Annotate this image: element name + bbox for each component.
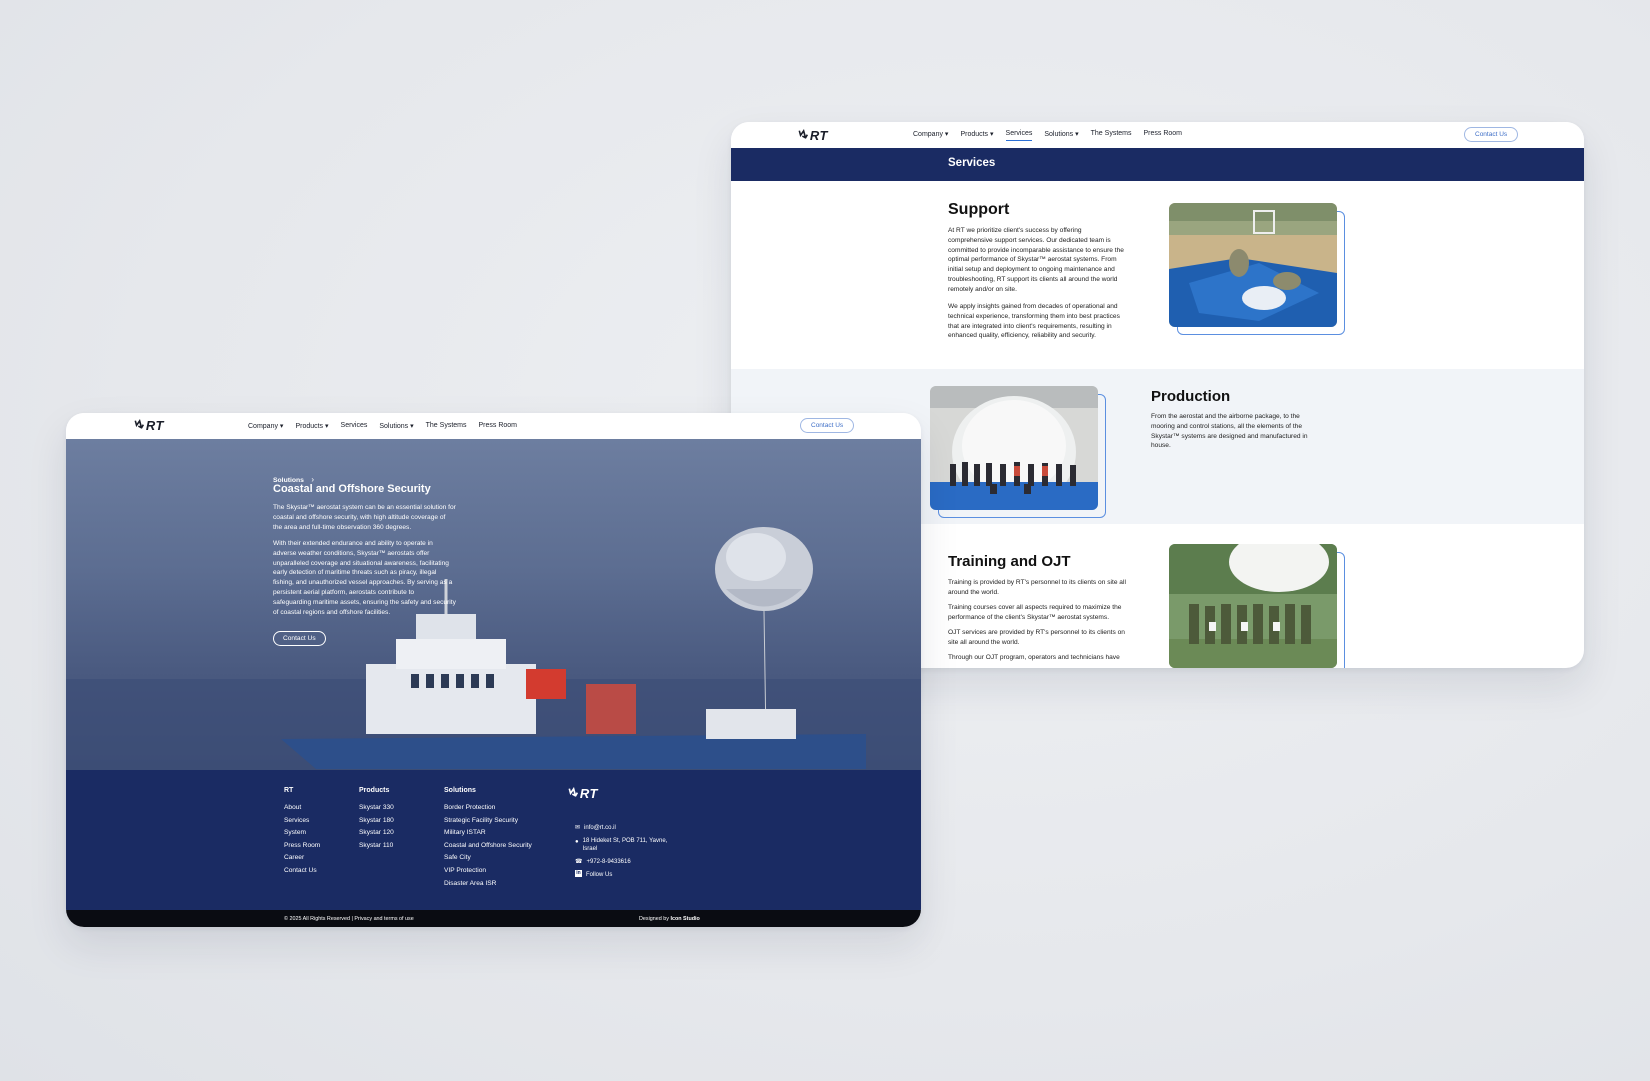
training-text-4: Through our OJT program, operators and t… [948, 654, 1120, 661]
solution-text-1: The Skystar™ aerostat system can be an e… [273, 504, 456, 531]
production-text: From the aerostat and the airborne packa… [1151, 413, 1308, 450]
page-title: Services [948, 157, 996, 169]
footer-address-line-2: Israel [582, 846, 598, 852]
hero-section: Solutions › Coastal and Offshore Securit… [66, 439, 921, 770]
footer-email: info@rt.co.il [584, 825, 616, 831]
footer-link-vip-protection[interactable]: VIP Protection [444, 865, 532, 878]
support-photo [1169, 203, 1346, 335]
rt-logo[interactable]: ↯ RT [131, 415, 165, 433]
support-text-1: At RT we prioritize client's success by … [948, 227, 1124, 293]
footer-link-services[interactable]: Services [284, 815, 320, 828]
nav-item-company[interactable]: Company ▾ [913, 130, 948, 141]
footer-rt-links: About Services System Press Room Career … [284, 802, 320, 878]
footer-follow-row[interactable]: in Follow Us [575, 870, 667, 880]
solution-title: Coastal and Offshore Security [273, 483, 431, 495]
designed-by: Designed by Icon Studio [639, 916, 700, 922]
nav-item-press-room[interactable]: Press Room [479, 422, 518, 430]
footer-link-skystar-110[interactable]: Skystar 110 [359, 840, 394, 853]
rt-logo[interactable]: ↯ RT [795, 125, 829, 143]
footer: RT About Services System Press Room Care… [66, 770, 921, 910]
footer-link-skystar-180[interactable]: Skystar 180 [359, 815, 394, 828]
footer-address-line-1: 18 Hideket St, POB 711, Yavne, [582, 838, 668, 844]
nav-item-products[interactable]: Products ▾ [295, 422, 328, 430]
footer-link-career[interactable]: Career [284, 852, 320, 865]
footer-rt-logo[interactable]: ↯ RT [565, 783, 599, 801]
linkedin-icon: in [575, 870, 582, 877]
training-heading: Training and OJT [948, 553, 1071, 570]
production-heading: Production [1151, 388, 1231, 405]
page-banner: Services [731, 148, 1584, 181]
nav-item-press-room[interactable]: Press Room [1144, 130, 1183, 141]
production-photo [930, 386, 1107, 518]
training-photo [1169, 544, 1346, 668]
footer-rt-heading: RT [284, 787, 294, 794]
nav-item-the-systems[interactable]: The Systems [1091, 130, 1132, 141]
designed-by-studio[interactable]: Icon Studio [670, 916, 699, 922]
designed-by-prefix: Designed by [639, 916, 669, 922]
footer-solutions-links: Border Protection Strategic Facility Sec… [444, 802, 532, 890]
support-heading: Support [948, 201, 1010, 218]
nav-item-services[interactable]: Services [341, 422, 368, 430]
footer-link-about[interactable]: About [284, 802, 320, 815]
footer-address-row: ● 18 Hideket St, POB 711, Yavne, Israel [575, 837, 667, 853]
nav-menu: Company ▾ Products ▾ Services Solutions … [913, 130, 1182, 141]
footer-email-row[interactable]: ✉ info@rt.co.il [575, 823, 667, 833]
footer-link-disaster-area-isr[interactable]: Disaster Area ISR [444, 878, 532, 891]
support-text-2: We apply insights gained from decades of… [948, 303, 1120, 340]
nav-item-products[interactable]: Products ▾ [960, 130, 993, 141]
phone-icon: ☎ [575, 859, 583, 865]
footer-link-skystar-330[interactable]: Skystar 330 [359, 802, 394, 815]
solution-text-2: With their extended endurance and abilit… [273, 540, 456, 616]
footer-products-links: Skystar 330 Skystar 180 Skystar 120 Skys… [359, 802, 394, 852]
nav-menu: Company ▾ Products ▾ Services Solutions … [248, 422, 517, 430]
nav-item-services[interactable]: Services [1005, 130, 1033, 141]
top-nav: ↯ RT Company ▾ Products ▾ Services Solut… [731, 122, 1584, 148]
nav-item-solutions[interactable]: Solutions ▾ [379, 422, 413, 430]
contact-us-button[interactable]: Contact Us [800, 418, 855, 433]
nav-item-company[interactable]: Company ▾ [248, 422, 283, 430]
nav-item-the-systems[interactable]: The Systems [426, 422, 467, 430]
contact-us-button[interactable]: Contact Us [1464, 127, 1519, 142]
training-text-3: OJT services are provided by RT's person… [948, 629, 1125, 646]
footer-products-heading: Products [359, 787, 390, 794]
logo-text: RT [145, 417, 165, 433]
top-nav: ↯ RT Company ▾ Products ▾ Services Solut… [66, 413, 921, 439]
footer-link-skystar-120[interactable]: Skystar 120 [359, 827, 394, 840]
footer-contact: ✉ info@rt.co.il ● 18 Hideket St, POB 711… [575, 823, 667, 880]
footer-solutions-heading: Solutions [444, 787, 476, 794]
training-text-2: Training courses cover all aspects requi… [948, 604, 1122, 621]
footer-link-military-istar[interactable]: Military ISTAR [444, 827, 532, 840]
training-text-1: Training is provided by RT's personnel t… [948, 579, 1126, 596]
footer-follow-us: Follow Us [586, 872, 613, 878]
footer-link-strategic-facility[interactable]: Strategic Facility Security [444, 815, 532, 828]
footer-link-press-room[interactable]: Press Room [284, 840, 320, 853]
footer-link-border-protection[interactable]: Border Protection [444, 802, 532, 815]
copyright-text[interactable]: © 2025 All Rights Reserved | Privacy and… [284, 916, 414, 922]
footer-link-contact-us[interactable]: Contact Us [284, 865, 320, 878]
footer-logo-text: RT [579, 785, 599, 801]
footer-link-safe-city[interactable]: Safe City [444, 852, 532, 865]
hero-contact-us-button[interactable]: Contact Us [273, 631, 326, 646]
footer-link-system[interactable]: System [284, 827, 320, 840]
logo-text: RT [809, 127, 829, 143]
nav-item-solutions[interactable]: Solutions ▾ [1044, 130, 1078, 141]
location-pin-icon: ● [575, 839, 579, 845]
footer-phone-row[interactable]: ☎ +972-8-9433616 [575, 857, 667, 867]
footer-phone: +972-8-9433616 [586, 859, 631, 865]
solution-page-window: ↯ RT Company ▾ Products ▾ Services Solut… [66, 413, 921, 927]
footer-bottom-bar: © 2025 All Rights Reserved | Privacy and… [66, 910, 921, 927]
mail-icon: ✉ [575, 825, 581, 831]
footer-link-coastal-offshore[interactable]: Coastal and Offshore Security [444, 840, 532, 853]
